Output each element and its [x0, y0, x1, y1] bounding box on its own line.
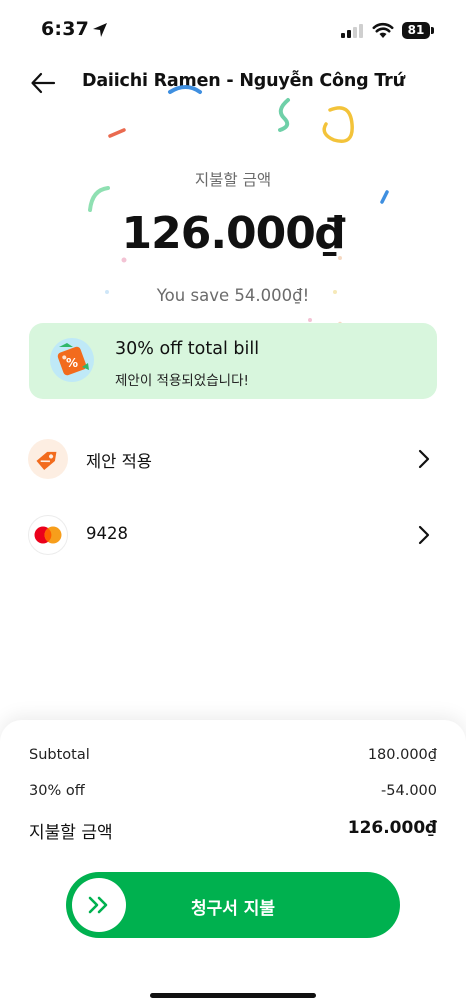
page-title: Daiichi Ramen - Nguyễn Công Trứ [82, 71, 405, 91]
discount-tag-icon: % [50, 338, 94, 382]
status-bar: 6:37 81 [0, 0, 466, 62]
pay-bill-button[interactable]: 청구서 지불 [66, 872, 400, 938]
chevron-right-icon [418, 525, 430, 545]
discount-value: -54.000 [381, 783, 437, 799]
card-icon-bg [28, 515, 68, 555]
svg-text:%: % [66, 356, 78, 370]
promo-subtitle: 제안이 적용되었습니다! [115, 373, 249, 389]
total-value: 126.000₫ [347, 818, 437, 838]
subtotal-label: Subtotal [29, 747, 90, 763]
pay-bill-label: 청구서 지불 [190, 899, 276, 919]
location-arrow-icon [93, 23, 107, 37]
promo-title: 30% off total bill [115, 339, 260, 359]
mastercard-icon [34, 526, 62, 544]
battery-icon: 81 [402, 22, 430, 39]
amount-label: 지불할 금액 [194, 171, 272, 189]
subtotal-row: Subtotal 180.000₫ [29, 747, 437, 771]
battery-level: 81 [407, 23, 425, 37]
battery-tip [431, 27, 434, 34]
card-last-digits: 9428 [86, 524, 128, 543]
apply-offer-label: 제안 적용 [86, 452, 152, 471]
amount-value: 126.000₫ [121, 208, 345, 259]
payment-method-row[interactable]: 9428 [0, 507, 466, 563]
offer-icon-bg [28, 439, 68, 479]
chevron-right-icon [418, 449, 430, 469]
subtotal-value: 180.000₫ [367, 747, 437, 763]
total-label: 지불할 금액 [29, 823, 113, 843]
apply-offer-row[interactable]: 제안 적용 [0, 431, 466, 487]
savings-text: You save 54.000₫! [156, 286, 310, 305]
status-time: 6:37 [41, 18, 90, 40]
tag-icon [36, 451, 57, 471]
payment-summary-sheet: Subtotal 180.000₫ 30% off -54.000 지불할 금액… [0, 720, 466, 1008]
wifi-icon [372, 22, 394, 38]
arrow-left-icon[interactable] [30, 70, 56, 96]
promo-banner: % 30% off total bill 제안이 적용되었습니다! [29, 323, 437, 399]
total-row: 지불할 금액 126.000₫ [29, 818, 437, 843]
home-indicator [150, 993, 316, 998]
discount-label: 30% off [29, 783, 85, 799]
signal-icon [341, 24, 363, 38]
discount-row: 30% off -54.000 [29, 783, 437, 807]
